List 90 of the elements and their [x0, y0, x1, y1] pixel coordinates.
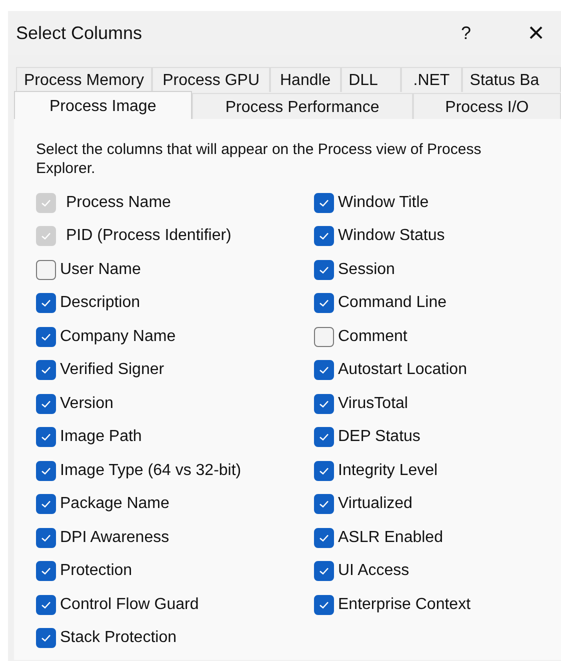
- checkbox[interactable]: [314, 394, 334, 414]
- checkmark-icon: [41, 567, 51, 576]
- checkbox[interactable]: [36, 494, 56, 514]
- tab[interactable]: Process Image: [14, 91, 192, 119]
- checkbox-label: Image Type (64 vs 32-bit): [60, 462, 242, 480]
- instructions-text: Select the columns that will appear on the Process view of Process Explorer.: [36, 140, 482, 178]
- checkbox[interactable]: [314, 326, 334, 347]
- checkbox-label: Enterprise Context: [338, 596, 471, 614]
- tab[interactable]: Process Performance: [192, 93, 413, 119]
- checkbox-label: Version: [60, 394, 114, 413]
- checkbox-label: DPI Awareness: [60, 528, 170, 547]
- checkmark-icon: [41, 400, 51, 408]
- checkmark-icon: [41, 634, 51, 642]
- checkmark-icon: [41, 466, 51, 475]
- checkbox[interactable]: [36, 293, 56, 314]
- close-button[interactable]: ×: [521, 17, 551, 49]
- checkbox[interactable]: [314, 192, 334, 213]
- checkbox-label: Session: [338, 260, 395, 279]
- checkbox[interactable]: [314, 460, 334, 481]
- checkbox-label: Virtualized: [338, 495, 412, 514]
- checkbox-label: Integrity Level: [338, 462, 438, 480]
- tab[interactable]: Status Ba: [462, 67, 561, 92]
- checkmark-icon: [41, 299, 51, 308]
- checkmark-icon: [41, 600, 51, 609]
- checkmark-icon: [41, 332, 51, 341]
- checkmark-icon: [319, 366, 329, 374]
- checkbox[interactable]: [314, 594, 334, 615]
- checkbox-label: Package Name: [60, 495, 170, 514]
- checkbox-label: Process Name: [66, 194, 171, 212]
- checkbox-label: Comment: [338, 328, 408, 346]
- checkmark-icon: [41, 198, 51, 207]
- checkmark-icon: [319, 567, 329, 576]
- checkbox[interactable]: [36, 326, 56, 347]
- checkbox-label: Company Name: [60, 328, 176, 346]
- checkbox[interactable]: [314, 528, 334, 548]
- checkbox-label: UI Access: [338, 562, 410, 580]
- checkbox[interactable]: [36, 628, 56, 648]
- tab[interactable]: Process Memory: [16, 67, 152, 92]
- checkbox[interactable]: [36, 394, 56, 414]
- tab[interactable]: Process GPU: [152, 67, 270, 92]
- checkbox[interactable]: [36, 561, 56, 582]
- checkmark-icon: [319, 266, 329, 274]
- checkbox-label: Description: [60, 294, 140, 312]
- checkbox-label: Stack Protection: [60, 629, 176, 648]
- checkbox[interactable]: [314, 293, 334, 314]
- checkmark-icon: [319, 198, 329, 207]
- checkmark-icon: [41, 500, 51, 508]
- checkbox[interactable]: [314, 561, 334, 582]
- checkbox-label: Window Status: [338, 227, 445, 246]
- checkmark-icon: [319, 534, 329, 542]
- checkbox-label: Autostart Location: [338, 361, 467, 380]
- checkbox[interactable]: [314, 427, 334, 448]
- checkmark-icon: [319, 232, 329, 240]
- checkbox[interactable]: [314, 226, 334, 246]
- checkbox[interactable]: [314, 494, 334, 514]
- checkbox-label: Control Flow Guard: [60, 596, 199, 614]
- checkbox-label: VirusTotal: [338, 394, 408, 413]
- checkbox-label: Window Title: [338, 194, 429, 212]
- checkbox[interactable]: [314, 260, 334, 280]
- checkbox-label: ASLR Enabled: [338, 528, 443, 547]
- checkmark-icon: [41, 433, 51, 442]
- checkbox-label: Command Line: [338, 294, 446, 312]
- checkmark-icon: [41, 534, 51, 542]
- checkbox[interactable]: [36, 594, 56, 615]
- tab[interactable]: DLL: [340, 67, 402, 92]
- checkbox[interactable]: [36, 260, 56, 280]
- checkmark-icon: [41, 232, 51, 240]
- checkbox[interactable]: [314, 360, 334, 380]
- checkbox[interactable]: [36, 460, 56, 481]
- checkbox[interactable]: [36, 360, 56, 380]
- checkmark-icon: [41, 366, 51, 374]
- tab[interactable]: .NET: [401, 67, 462, 92]
- checkbox-label: DEP Status: [338, 428, 420, 446]
- checkbox[interactable]: [36, 427, 56, 448]
- tab[interactable]: Handle: [270, 67, 341, 92]
- checkmark-icon: [319, 500, 329, 508]
- checkbox-label: Verified Signer: [60, 361, 164, 380]
- checkmark-icon: [319, 466, 329, 475]
- checkmark-icon: [319, 600, 329, 609]
- checkmark-icon: [319, 433, 329, 442]
- checkmark-icon: [319, 299, 329, 308]
- checkbox-label: PID (Process Identifier): [66, 227, 232, 246]
- tab[interactable]: Process I/O: [412, 93, 561, 119]
- window-title: Select Columns: [16, 22, 144, 44]
- help-button[interactable]: ?: [451, 22, 481, 44]
- checkbox-label: Protection: [60, 562, 132, 580]
- checkbox-label: User Name: [60, 260, 141, 279]
- checkmark-icon: [319, 400, 329, 408]
- checkbox[interactable]: [36, 528, 56, 548]
- checkbox-label: Image Path: [60, 428, 142, 446]
